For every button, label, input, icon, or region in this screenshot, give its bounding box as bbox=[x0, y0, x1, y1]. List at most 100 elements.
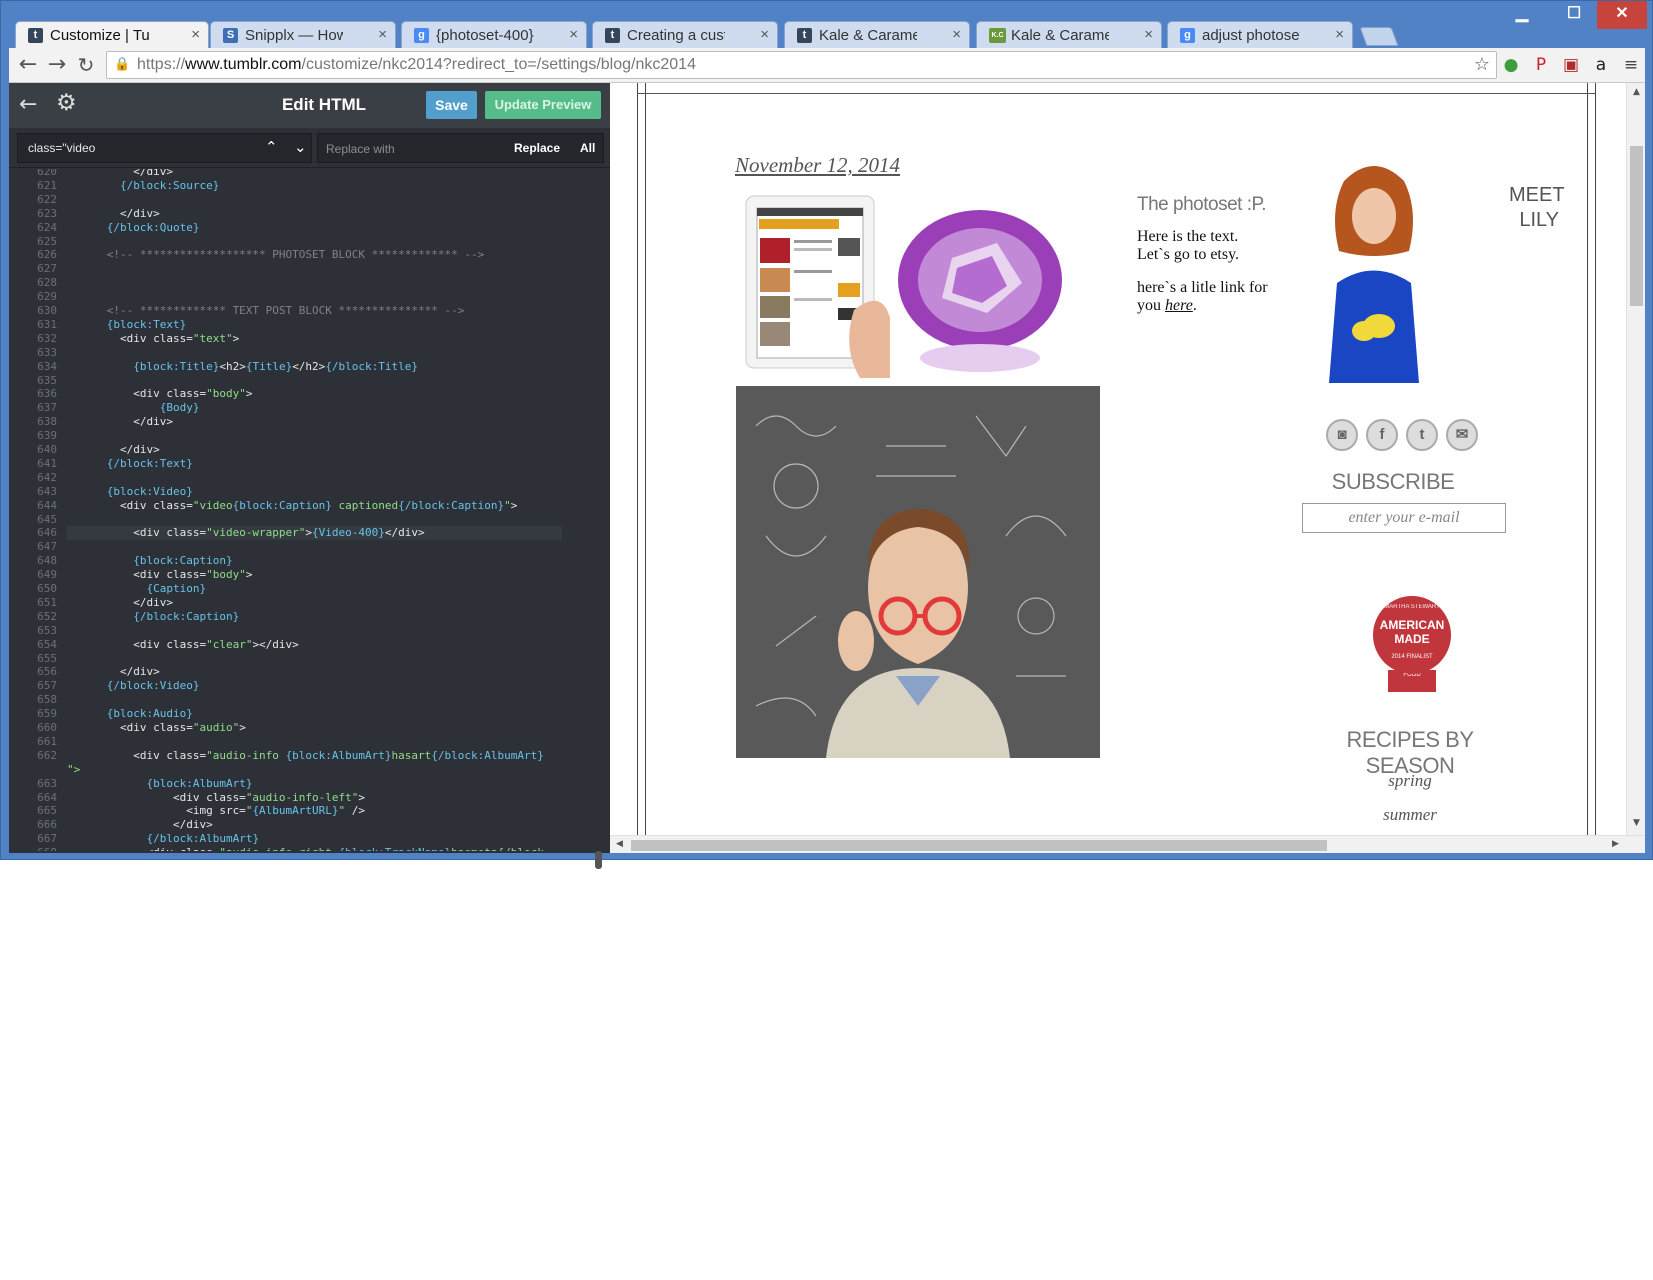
tab-2[interactable]: S Snipplx — How do I × bbox=[210, 21, 396, 48]
scroll-up-icon[interactable]: ▲ bbox=[1633, 87, 1640, 97]
tablet-photo[interactable] bbox=[742, 188, 890, 378]
twitter-icon[interactable]: t bbox=[1406, 419, 1438, 451]
gear-icon[interactable]: ⚙ bbox=[56, 90, 77, 116]
code-line[interactable]: {Body} bbox=[67, 401, 200, 415]
preview-vertical-scrollbar[interactable]: ▲ ▼ bbox=[1626, 83, 1645, 835]
code-line[interactable]: <img src="{AlbumArtURL}" /> bbox=[67, 804, 365, 818]
code-line[interactable]: {block:Video} bbox=[67, 485, 193, 499]
save-button[interactable]: Save bbox=[426, 91, 477, 119]
scroll-left-icon[interactable]: ◀ bbox=[616, 839, 623, 849]
code-line[interactable]: <div class="audio-info-right {block:Trac… bbox=[67, 846, 543, 851]
code-line[interactable]: <div class="text"> bbox=[67, 332, 239, 346]
tab-close-icon[interactable]: × bbox=[378, 26, 387, 43]
code-line[interactable]: <!-- ******************* PHOTOSET BLOCK … bbox=[67, 248, 485, 262]
code-line[interactable]: </div> bbox=[67, 443, 160, 457]
back-icon[interactable]: ← bbox=[16, 53, 40, 77]
new-tab-button[interactable] bbox=[1359, 27, 1399, 46]
replace-all-button[interactable]: All bbox=[580, 141, 595, 155]
preview-horizontal-scrollbar[interactable]: ◀ ▶ bbox=[610, 835, 1645, 853]
code-line[interactable]: </div> bbox=[67, 207, 160, 221]
code-line[interactable]: {/block:Source} bbox=[67, 179, 219, 193]
tab-3[interactable]: g {photoset-400} exam × bbox=[401, 21, 587, 48]
code-line[interactable]: {block:Caption} bbox=[67, 554, 232, 568]
post-date-link[interactable]: November 12, 2014 bbox=[735, 153, 900, 178]
code-line[interactable]: <div class="body"> bbox=[67, 568, 252, 582]
find-input[interactable]: class="video ⌃ ⌄ bbox=[17, 133, 312, 163]
star-icon[interactable]: ☆ bbox=[1474, 54, 1490, 75]
code-line[interactable]: {/block:Quote} bbox=[67, 221, 200, 235]
meet-lily-heading[interactable]: MEET LILY bbox=[1509, 183, 1565, 233]
code-line[interactable]: <div class="audio-info-left"> bbox=[67, 791, 365, 805]
code-line[interactable]: <div class="audio"> bbox=[67, 721, 246, 735]
season-link-summer[interactable]: summer bbox=[1330, 805, 1490, 825]
code-line[interactable]: <div class="clear"></div> bbox=[67, 638, 299, 652]
code-line[interactable]: {/block:AlbumArt} bbox=[67, 832, 259, 846]
code-line[interactable]: </div> bbox=[67, 818, 213, 832]
code-line[interactable]: {block:AlbumArt} bbox=[67, 777, 252, 791]
tab-7[interactable]: g adjust photoset phot × bbox=[1167, 21, 1353, 48]
evernote-icon[interactable]: ● bbox=[1500, 54, 1522, 76]
back-arrow-icon[interactable]: ← bbox=[19, 92, 37, 117]
code-area[interactable]: 620 </div> 621 {/block:Source} 622 623 </di… bbox=[9, 169, 610, 851]
find-previous-icon[interactable]: ⌃ bbox=[265, 138, 278, 156]
scroll-thumb[interactable] bbox=[1630, 146, 1643, 306]
code-line[interactable]: {/block:Text} bbox=[67, 457, 193, 471]
code-line[interactable]: {block:Title}<h2>{Title}</h2>{/block:Tit… bbox=[67, 360, 418, 374]
code-line[interactable]: </div> bbox=[67, 665, 160, 679]
code-line[interactable]: {block:Text} bbox=[67, 318, 186, 332]
forward-icon[interactable]: → bbox=[45, 53, 69, 77]
editor-scrollbar[interactable] bbox=[595, 851, 602, 869]
tab-close-icon[interactable]: × bbox=[1144, 26, 1153, 43]
tab-close-icon[interactable]: × bbox=[760, 26, 769, 43]
pinterest-icon[interactable]: P bbox=[1530, 54, 1552, 76]
code-line[interactable]: <div class="body"> bbox=[67, 387, 252, 401]
tab-close-icon[interactable]: × bbox=[952, 26, 961, 43]
scroll-right-icon[interactable]: ▶ bbox=[1612, 839, 1619, 849]
replace-button[interactable]: Replace bbox=[514, 141, 560, 155]
find-next-icon[interactable]: ⌄ bbox=[294, 138, 307, 156]
code-line[interactable]: </div> bbox=[67, 169, 173, 179]
tab-close-icon[interactable]: × bbox=[569, 26, 578, 43]
tab-1[interactable]: t Customize | Tumblr × bbox=[15, 21, 209, 48]
lily-photo[interactable] bbox=[1304, 161, 1444, 383]
instagram-icon[interactable]: ◙ bbox=[1326, 419, 1358, 451]
code-line[interactable]: <div class="audio-info {block:AlbumArt}h… bbox=[67, 749, 544, 763]
reload-icon[interactable]: ↻ bbox=[74, 53, 98, 77]
replace-input[interactable]: Replace with Replace All bbox=[317, 133, 604, 163]
season-link-spring[interactable]: spring bbox=[1330, 771, 1490, 791]
american-made-badge[interactable]: MARTHA STEWART AMERICAN MADE 2014 FINALIS… bbox=[1373, 596, 1451, 674]
extension-icon[interactable]: ▣ bbox=[1560, 54, 1582, 76]
amethyst-photo[interactable] bbox=[897, 188, 1063, 378]
code-line[interactable]: </div> bbox=[67, 415, 173, 429]
close-icon[interactable]: ✕ bbox=[1597, 1, 1647, 29]
update-preview-button[interactable]: Update Preview bbox=[485, 91, 601, 119]
tab-close-icon[interactable]: × bbox=[1335, 26, 1344, 43]
maximize-icon[interactable]: ☐ bbox=[1558, 1, 1590, 29]
code-line[interactable]: {/block:Video} bbox=[67, 679, 200, 693]
code-line[interactable]: <!-- ************* TEXT POST BLOCK *****… bbox=[67, 304, 465, 318]
code-line[interactable]: </div> bbox=[67, 596, 173, 610]
address-bar[interactable]: 🔒 https://www.tumblr.com/customize/nkc20… bbox=[106, 51, 1497, 79]
line-number: 647 bbox=[37, 540, 57, 554]
tab-5[interactable]: t Kale & Caramel × bbox=[784, 21, 970, 48]
email-field[interactable]: enter your e-mail bbox=[1302, 503, 1506, 533]
code-line[interactable]: <div class="video{block:Caption} caption… bbox=[67, 499, 517, 513]
tab-6[interactable]: K.C Kale & Caramel × bbox=[976, 21, 1162, 48]
amazon-icon[interactable]: a bbox=[1590, 54, 1612, 76]
mail-icon[interactable]: ✉ bbox=[1446, 419, 1478, 451]
code-line[interactable]: {/block:Caption} bbox=[67, 610, 239, 624]
code-line[interactable]: {Caption} bbox=[67, 582, 206, 596]
minimize-icon[interactable]: ▁ bbox=[1506, 1, 1538, 29]
post-link[interactable]: here bbox=[1165, 297, 1193, 314]
menu-icon[interactable]: ≡ bbox=[1620, 54, 1642, 76]
scroll-thumb[interactable] bbox=[631, 840, 1327, 851]
tab-4[interactable]: t Creating a custom H × bbox=[592, 21, 778, 48]
tab-close-icon[interactable]: × bbox=[191, 26, 200, 43]
code-line[interactable]: {block:Audio} bbox=[67, 707, 193, 721]
line-number: 624 bbox=[37, 220, 57, 234]
boy-chalkboard-photo[interactable] bbox=[736, 386, 1100, 758]
code-line[interactable]: "> bbox=[67, 763, 80, 777]
code-line[interactable]: <div class="video-wrapper">{Video-400}</… bbox=[67, 526, 562, 541]
scroll-down-icon[interactable]: ▼ bbox=[1633, 818, 1640, 828]
facebook-icon[interactable]: f bbox=[1366, 419, 1398, 451]
